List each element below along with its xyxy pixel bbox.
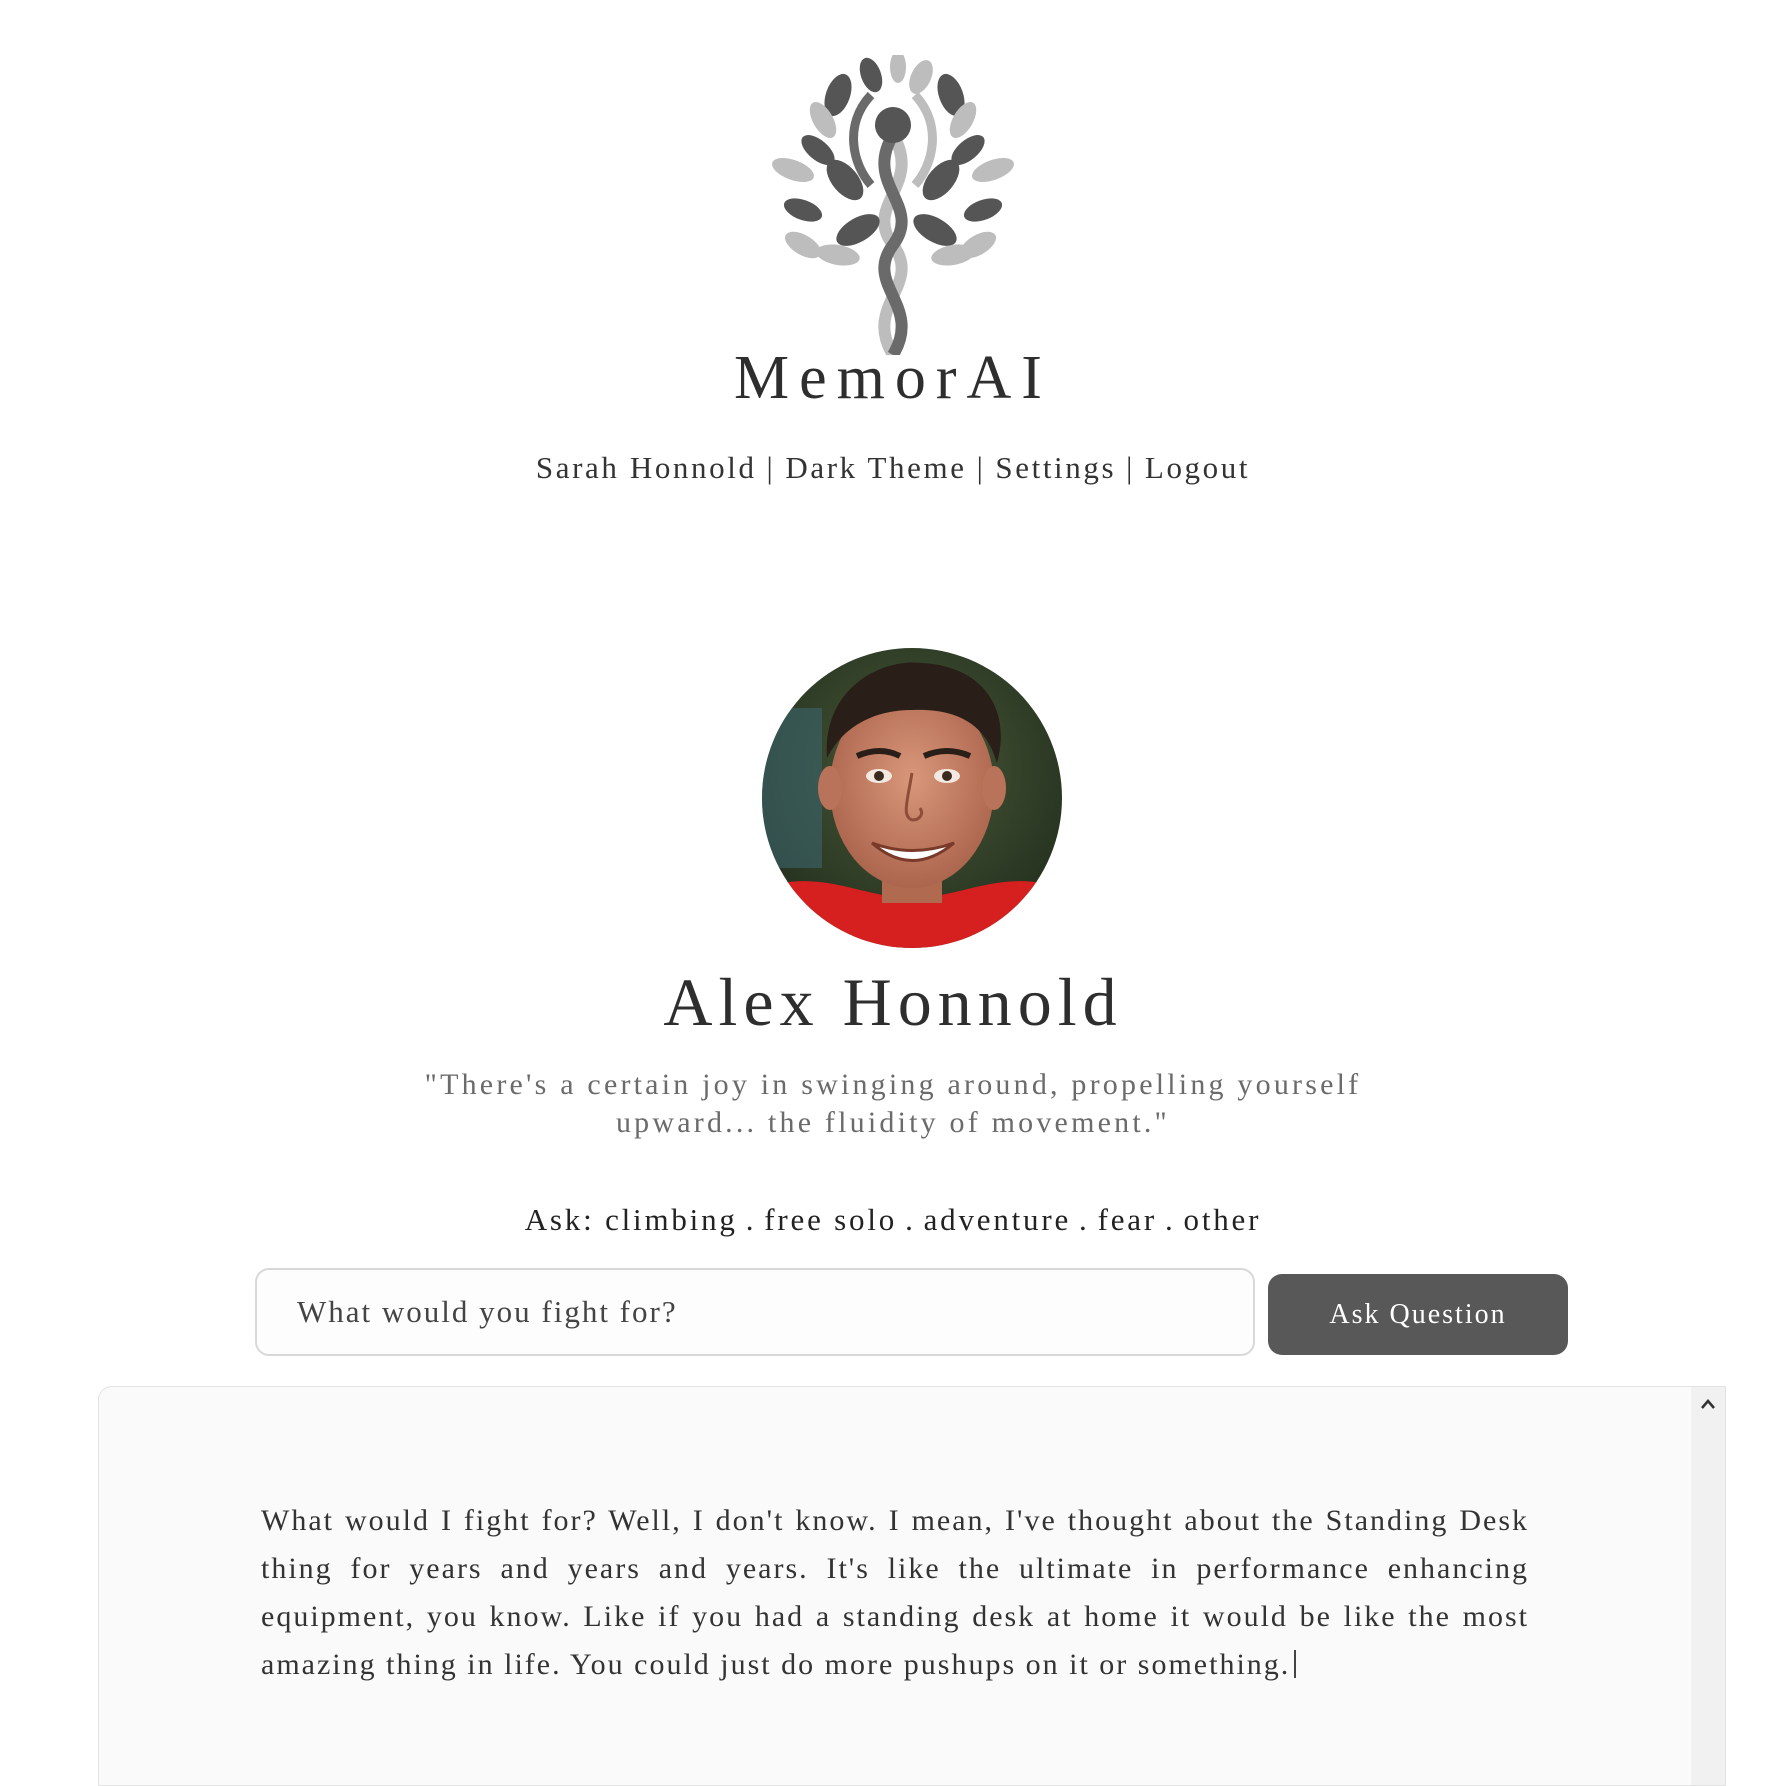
ask-label: Ask: (524, 1202, 595, 1237)
text-caret (1294, 1650, 1296, 1678)
scrollbar[interactable] (1691, 1387, 1725, 1785)
ask-question-button[interactable]: Ask Question (1268, 1274, 1568, 1355)
nav-logout-link[interactable]: Logout (1145, 450, 1250, 485)
nav-separator: | (1126, 450, 1135, 485)
answer-body: What would I fight for? Well, I don't kn… (261, 1504, 1529, 1681)
tree-of-life-logo-icon (772, 55, 1014, 355)
nav-settings-link[interactable]: Settings (995, 450, 1116, 485)
top-nav: Sarah Honnold | Dark Theme | Settings | Logout (0, 450, 1786, 486)
chevron-up-icon (1701, 1399, 1715, 1409)
topic-separator: . (1079, 1202, 1090, 1237)
nav-user-link[interactable]: Sarah Honnold (536, 450, 757, 485)
avatar (762, 648, 1062, 948)
brand-name: MemorAI (734, 344, 1052, 412)
profile-name: Alex Honnold (663, 964, 1123, 1040)
profile-quote: "There's a certain joy in swinging aroun… (424, 1068, 1362, 1139)
topic-adventure[interactable]: adventure (924, 1202, 1071, 1237)
topic-separator: . (745, 1202, 757, 1237)
topic-free-solo[interactable]: free solo (764, 1202, 897, 1237)
question-input[interactable] (255, 1268, 1255, 1356)
topic-other[interactable]: other (1184, 1202, 1262, 1237)
nav-separator: | (766, 450, 776, 485)
topic-separator: . (1164, 1202, 1176, 1237)
topic-separator: . (905, 1202, 916, 1237)
answer-panel: What would I fight for? Well, I don't kn… (98, 1386, 1726, 1786)
avatar-photo (762, 648, 1062, 948)
scroll-up-button[interactable] (1691, 1387, 1725, 1421)
answer-text: What would I fight for? Well, I don't kn… (261, 1497, 1529, 1689)
nav-separator: | (976, 450, 986, 485)
ask-topics: Ask: climbing. free solo. adventure. fear. o… (0, 1202, 1786, 1238)
nav-dark-theme-link[interactable]: Dark Theme (785, 450, 966, 485)
topic-fear[interactable]: fear (1098, 1202, 1157, 1237)
topic-climbing[interactable]: climbing (605, 1202, 738, 1237)
logo (0, 55, 1786, 355)
